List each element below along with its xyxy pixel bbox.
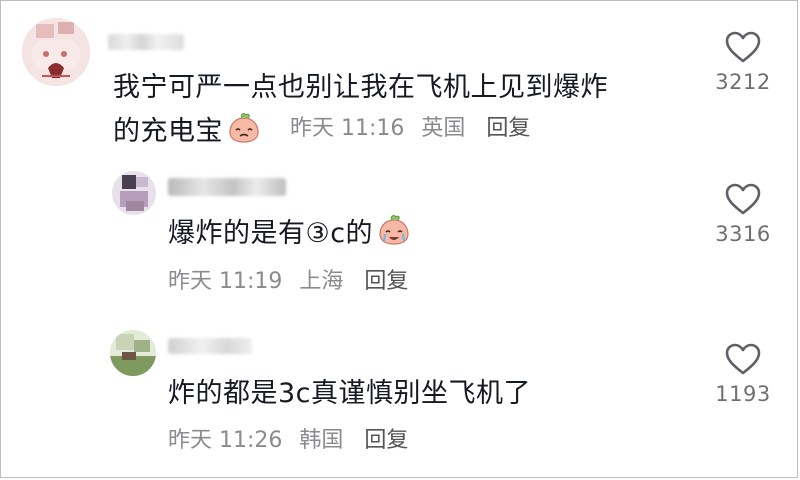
crying-face-emoji-icon (227, 112, 261, 158)
avatar[interactable] (110, 330, 156, 376)
reply-button[interactable]: 回复 (364, 428, 408, 453)
like-button[interactable]: 3316 (698, 182, 788, 246)
comment-text: 我宁可严一点也别让我在飞机上见到爆炸 的充电宝 (113, 66, 693, 158)
comment-meta: 昨天 11:16 英国 回复 (290, 114, 530, 144)
heart-icon[interactable] (724, 342, 762, 376)
like-count: 3212 (715, 70, 771, 94)
username-blurred[interactable] (168, 338, 252, 354)
comment-text-line: 炸的都是3c真谨慎别坐飞机了 (168, 378, 532, 409)
heart-icon[interactable] (724, 30, 762, 64)
avatar-illustration (22, 18, 90, 86)
comment-time: 昨天 11:16 (290, 116, 405, 141)
comment-text-line: 爆炸的是有③c的 (168, 212, 648, 260)
username-blurred[interactable] (168, 178, 286, 196)
avatar[interactable] (112, 171, 156, 215)
heart-icon[interactable] (724, 182, 762, 216)
comment-location: 上海 (299, 269, 344, 294)
reply-button[interactable]: 回复 (364, 269, 408, 294)
comment-time: 昨天 11:19 (168, 269, 283, 294)
avatar-illustration (112, 171, 156, 215)
comment-meta: 昨天 11:19 上海 回复 (168, 267, 408, 297)
like-count: 1193 (715, 382, 771, 406)
comment-text: 爆炸的是有③c的 (168, 212, 648, 260)
comment-text-line: 我宁可严一点也别让我在飞机上见到爆炸 (113, 72, 608, 103)
reply-button[interactable]: 回复 (486, 116, 530, 141)
comment-meta: 昨天 11:26 韩国 回复 (168, 426, 408, 456)
comment-location: 英国 (421, 116, 466, 141)
crying-face-emoji-icon (377, 214, 411, 260)
like-button[interactable]: 1193 (698, 342, 788, 406)
comment-time: 昨天 11:26 (168, 428, 283, 453)
comment-text: 炸的都是3c真谨慎别坐飞机了 (168, 372, 648, 416)
username-blurred[interactable] (108, 34, 184, 50)
like-button[interactable]: 3212 (698, 30, 788, 94)
like-count: 3316 (715, 222, 771, 246)
comment-location: 韩国 (299, 428, 344, 453)
avatar[interactable] (22, 18, 90, 86)
avatar-illustration (110, 330, 156, 376)
